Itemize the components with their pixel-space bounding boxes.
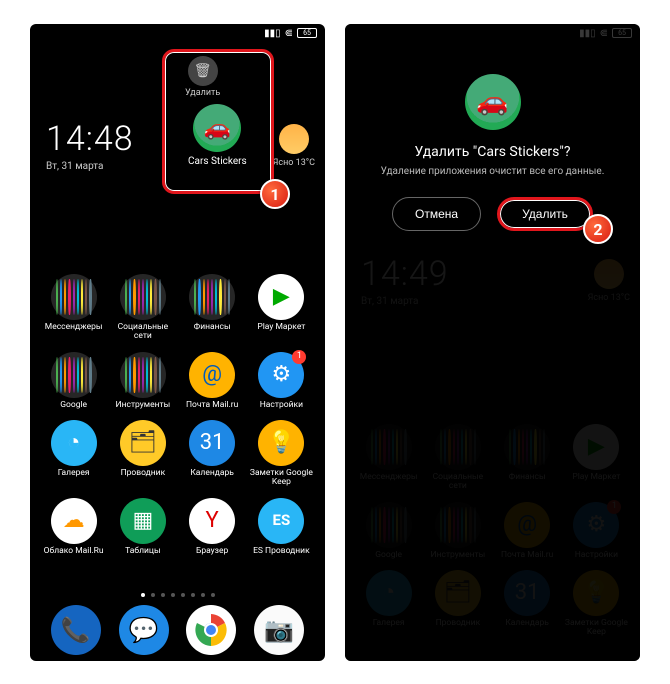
dialog-app-icon: 🚗 (465, 74, 521, 130)
app-инструменты[interactable]: Инструменты (109, 352, 176, 410)
app-label: ES Проводник (248, 547, 315, 556)
app-календарь[interactable]: 31 Календарь (179, 420, 246, 488)
phone-app[interactable]: 📞 (51, 605, 101, 655)
app-label: Социальные сети (109, 323, 176, 342)
app-label: Настройки (248, 401, 315, 410)
dialog-title: Удалить "Cars Stickers"? (414, 144, 570, 160)
step-badge-2: 2 (583, 214, 613, 244)
app-play-маркет[interactable]: ▶ Play Маркет (248, 274, 315, 342)
app-icon: 💡 (258, 420, 304, 466)
sun-icon (279, 124, 309, 154)
battery-indicator: 65 (297, 28, 317, 38)
app-таблицы[interactable]: ▦ Таблицы (109, 498, 176, 556)
clock-widget[interactable]: 14:48 Вт, 31 марта (46, 119, 134, 172)
folder-icon (120, 274, 166, 320)
app-label: Облако Mail.Ru (40, 547, 107, 556)
delete-drop-target[interactable]: 🗑 Удалить (185, 56, 220, 98)
clock-date: Вт, 31 марта (46, 161, 134, 172)
dialog-overlay: 🚗 Удалить "Cars Stickers"? Удаление прил… (345, 24, 640, 661)
notification-badge: 1 (292, 350, 306, 364)
phone-home-screen: ▮▮▯ ⋐ 65 🗑 Удалить 🚗 Cars Stickers 14:48… (30, 24, 325, 661)
app-grid: МессенджерыСоциальные сетиФинансы ▶ Play М… (30, 274, 325, 556)
app-label: Мессенджеры (40, 323, 107, 332)
app-label: Проводник (109, 469, 176, 478)
weather-temp: 13°C (296, 158, 315, 168)
app-es-проводник[interactable]: ES ES Проводник (248, 498, 315, 556)
app-label: Таблицы (109, 547, 176, 556)
app-проводник[interactable]: 🗂 Проводник (109, 420, 176, 488)
messages-app[interactable]: 💬 (119, 605, 169, 655)
dialog-buttons: Отмена Удалить (392, 197, 593, 231)
camera-app[interactable]: 📷 (254, 605, 304, 655)
app-icon: ▦ (120, 498, 166, 544)
app-icon: ES (258, 498, 304, 544)
dock: 📞 💬 📷 (30, 605, 325, 655)
folder-icon (51, 352, 97, 398)
app-label: Почта Mail.ru (179, 401, 246, 410)
dragged-app-label: Cars Stickers (188, 156, 247, 167)
clock-time: 14:48 (46, 119, 134, 159)
app-label: Финансы (179, 323, 246, 332)
app-label: Галерея (40, 469, 107, 478)
delete-label: Удалить (185, 88, 220, 98)
app-label: Календарь (179, 469, 246, 478)
app-финансы[interactable]: Финансы (179, 274, 246, 342)
dialog-subtitle: Удаление приложения очистит все его данн… (381, 166, 605, 177)
app-облако-mail.ru[interactable]: ☁ Облако Mail.Ru (40, 498, 107, 556)
weather-condition: Ясно (273, 158, 294, 168)
app-icon: ▶ (258, 274, 304, 320)
app-label: Google (40, 401, 107, 410)
car-sticker-icon: 🚗 (193, 104, 241, 152)
app-icon: ⚙1 (258, 352, 304, 398)
app-icon: 31 (189, 420, 235, 466)
app-label: Инструменты (109, 401, 176, 410)
wifi-icon: ⋐ (285, 28, 293, 39)
app-заметки-google-keep[interactable]: 💡 Заметки Google Keep (248, 420, 315, 488)
app-google[interactable]: Google (40, 352, 107, 410)
app-настройки[interactable]: ⚙1 Настройки (248, 352, 315, 410)
app-icon: ◔ (51, 420, 97, 466)
status-bar: ▮▮▯ ⋐ 65 (30, 24, 325, 42)
signal-icon: ▮▮▯ (264, 28, 281, 39)
folder-icon (189, 274, 235, 320)
app-label: Заметки Google Keep (248, 469, 315, 488)
app-галерея[interactable]: ◔ Галерея (40, 420, 107, 488)
confirm-delete-button[interactable]: Удалить (497, 197, 593, 231)
app-мессенджеры[interactable]: Мессенджеры (40, 274, 107, 342)
app-icon: @ (189, 352, 235, 398)
app-label: Play Маркет (248, 323, 315, 332)
cancel-button[interactable]: Отмена (392, 197, 481, 231)
folder-icon (120, 352, 166, 398)
folder-icon (51, 274, 97, 320)
app-icon: Y (189, 498, 235, 544)
weather-widget[interactable]: Ясно 13°C (273, 124, 315, 168)
trash-icon: 🗑 (188, 56, 218, 86)
step-badge-1: 1 (260, 179, 290, 209)
page-indicator[interactable] (30, 593, 325, 597)
phone-uninstall-dialog: ▮▮▯ ⋐ 65 14:49 Вт, 31 марта Ясно 13°C Ме… (345, 24, 640, 661)
app-почта-mail.ru[interactable]: @ Почта Mail.ru (179, 352, 246, 410)
app-label: Браузер (179, 547, 246, 556)
dragged-app[interactable]: 🚗 Cars Stickers (188, 104, 247, 167)
app-социальные-сети[interactable]: Социальные сети (109, 274, 176, 342)
app-icon: 🗂 (120, 420, 166, 466)
app-icon: ☁ (51, 498, 97, 544)
app-браузер[interactable]: Y Браузер (179, 498, 246, 556)
chrome-app[interactable] (186, 605, 236, 655)
